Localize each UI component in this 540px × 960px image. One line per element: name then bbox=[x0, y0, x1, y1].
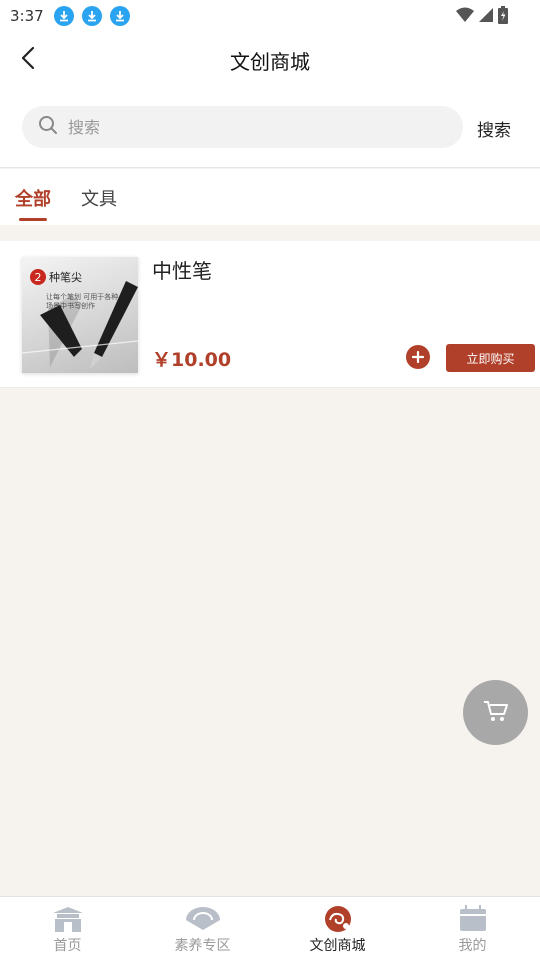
add-to-cart-button[interactable] bbox=[406, 345, 430, 369]
product-image[interactable]: 2 种笔尖 让每个笔划 可用于各种 场景中书写创作 bbox=[22, 257, 138, 373]
wifi-icon bbox=[456, 7, 474, 27]
category-tabs: 全部 文具 bbox=[0, 169, 540, 225]
cart-icon bbox=[483, 699, 509, 727]
search-button[interactable]: 搜索 bbox=[477, 116, 511, 141]
pen-illustration bbox=[22, 281, 138, 369]
nav-label: 文创商城 bbox=[309, 938, 366, 954]
fan-icon bbox=[184, 905, 222, 933]
cloud-emblem-icon bbox=[322, 905, 354, 933]
status-time: 3:37 bbox=[10, 7, 44, 25]
tab-active-indicator bbox=[19, 218, 47, 221]
search-input[interactable] bbox=[68, 117, 408, 137]
nav-item-profile[interactable]: 我的 bbox=[405, 897, 540, 960]
download-icon bbox=[81, 6, 102, 26]
search-bar: 搜索 bbox=[0, 88, 540, 168]
gate-icon bbox=[51, 905, 85, 933]
back-button[interactable] bbox=[14, 46, 42, 74]
page-title: 文创商城 bbox=[230, 49, 310, 74]
plus-icon bbox=[411, 348, 425, 367]
nav-item-shop[interactable]: 文创商城 bbox=[270, 897, 405, 960]
bottom-nav: 首页 素养专区 文创商城 我的 bbox=[0, 896, 540, 960]
nav-item-home[interactable]: 首页 bbox=[0, 897, 135, 960]
status-indicators bbox=[456, 6, 508, 28]
back-icon bbox=[20, 46, 36, 74]
download-icon bbox=[53, 6, 74, 26]
buy-now-button[interactable]: 立即购买 bbox=[446, 344, 535, 372]
battery-icon bbox=[498, 6, 508, 28]
app-header: 文创商城 bbox=[0, 32, 540, 88]
cart-button[interactable] bbox=[463, 680, 528, 745]
profile-icon bbox=[458, 905, 488, 933]
tab-stationery[interactable]: 文具 bbox=[81, 185, 117, 211]
tab-all[interactable]: 全部 bbox=[15, 185, 51, 211]
download-icon bbox=[109, 6, 130, 26]
search-field[interactable] bbox=[22, 106, 463, 148]
signal-icon bbox=[478, 7, 494, 27]
product-name[interactable]: 中性笔 bbox=[152, 255, 212, 284]
product-card[interactable]: 2 种笔尖 让每个笔划 可用于各种 场景中书写创作 中性笔 ￥10.00 立即购… bbox=[0, 241, 540, 388]
nav-item-literacy[interactable]: 素养专区 bbox=[135, 897, 270, 960]
search-icon bbox=[38, 115, 58, 139]
nav-label: 我的 bbox=[458, 938, 487, 954]
nav-label: 首页 bbox=[53, 938, 82, 954]
product-price: ￥10.00 bbox=[152, 349, 232, 371]
nav-label: 素养专区 bbox=[174, 938, 231, 954]
status-bar: 3:37 bbox=[0, 0, 540, 32]
